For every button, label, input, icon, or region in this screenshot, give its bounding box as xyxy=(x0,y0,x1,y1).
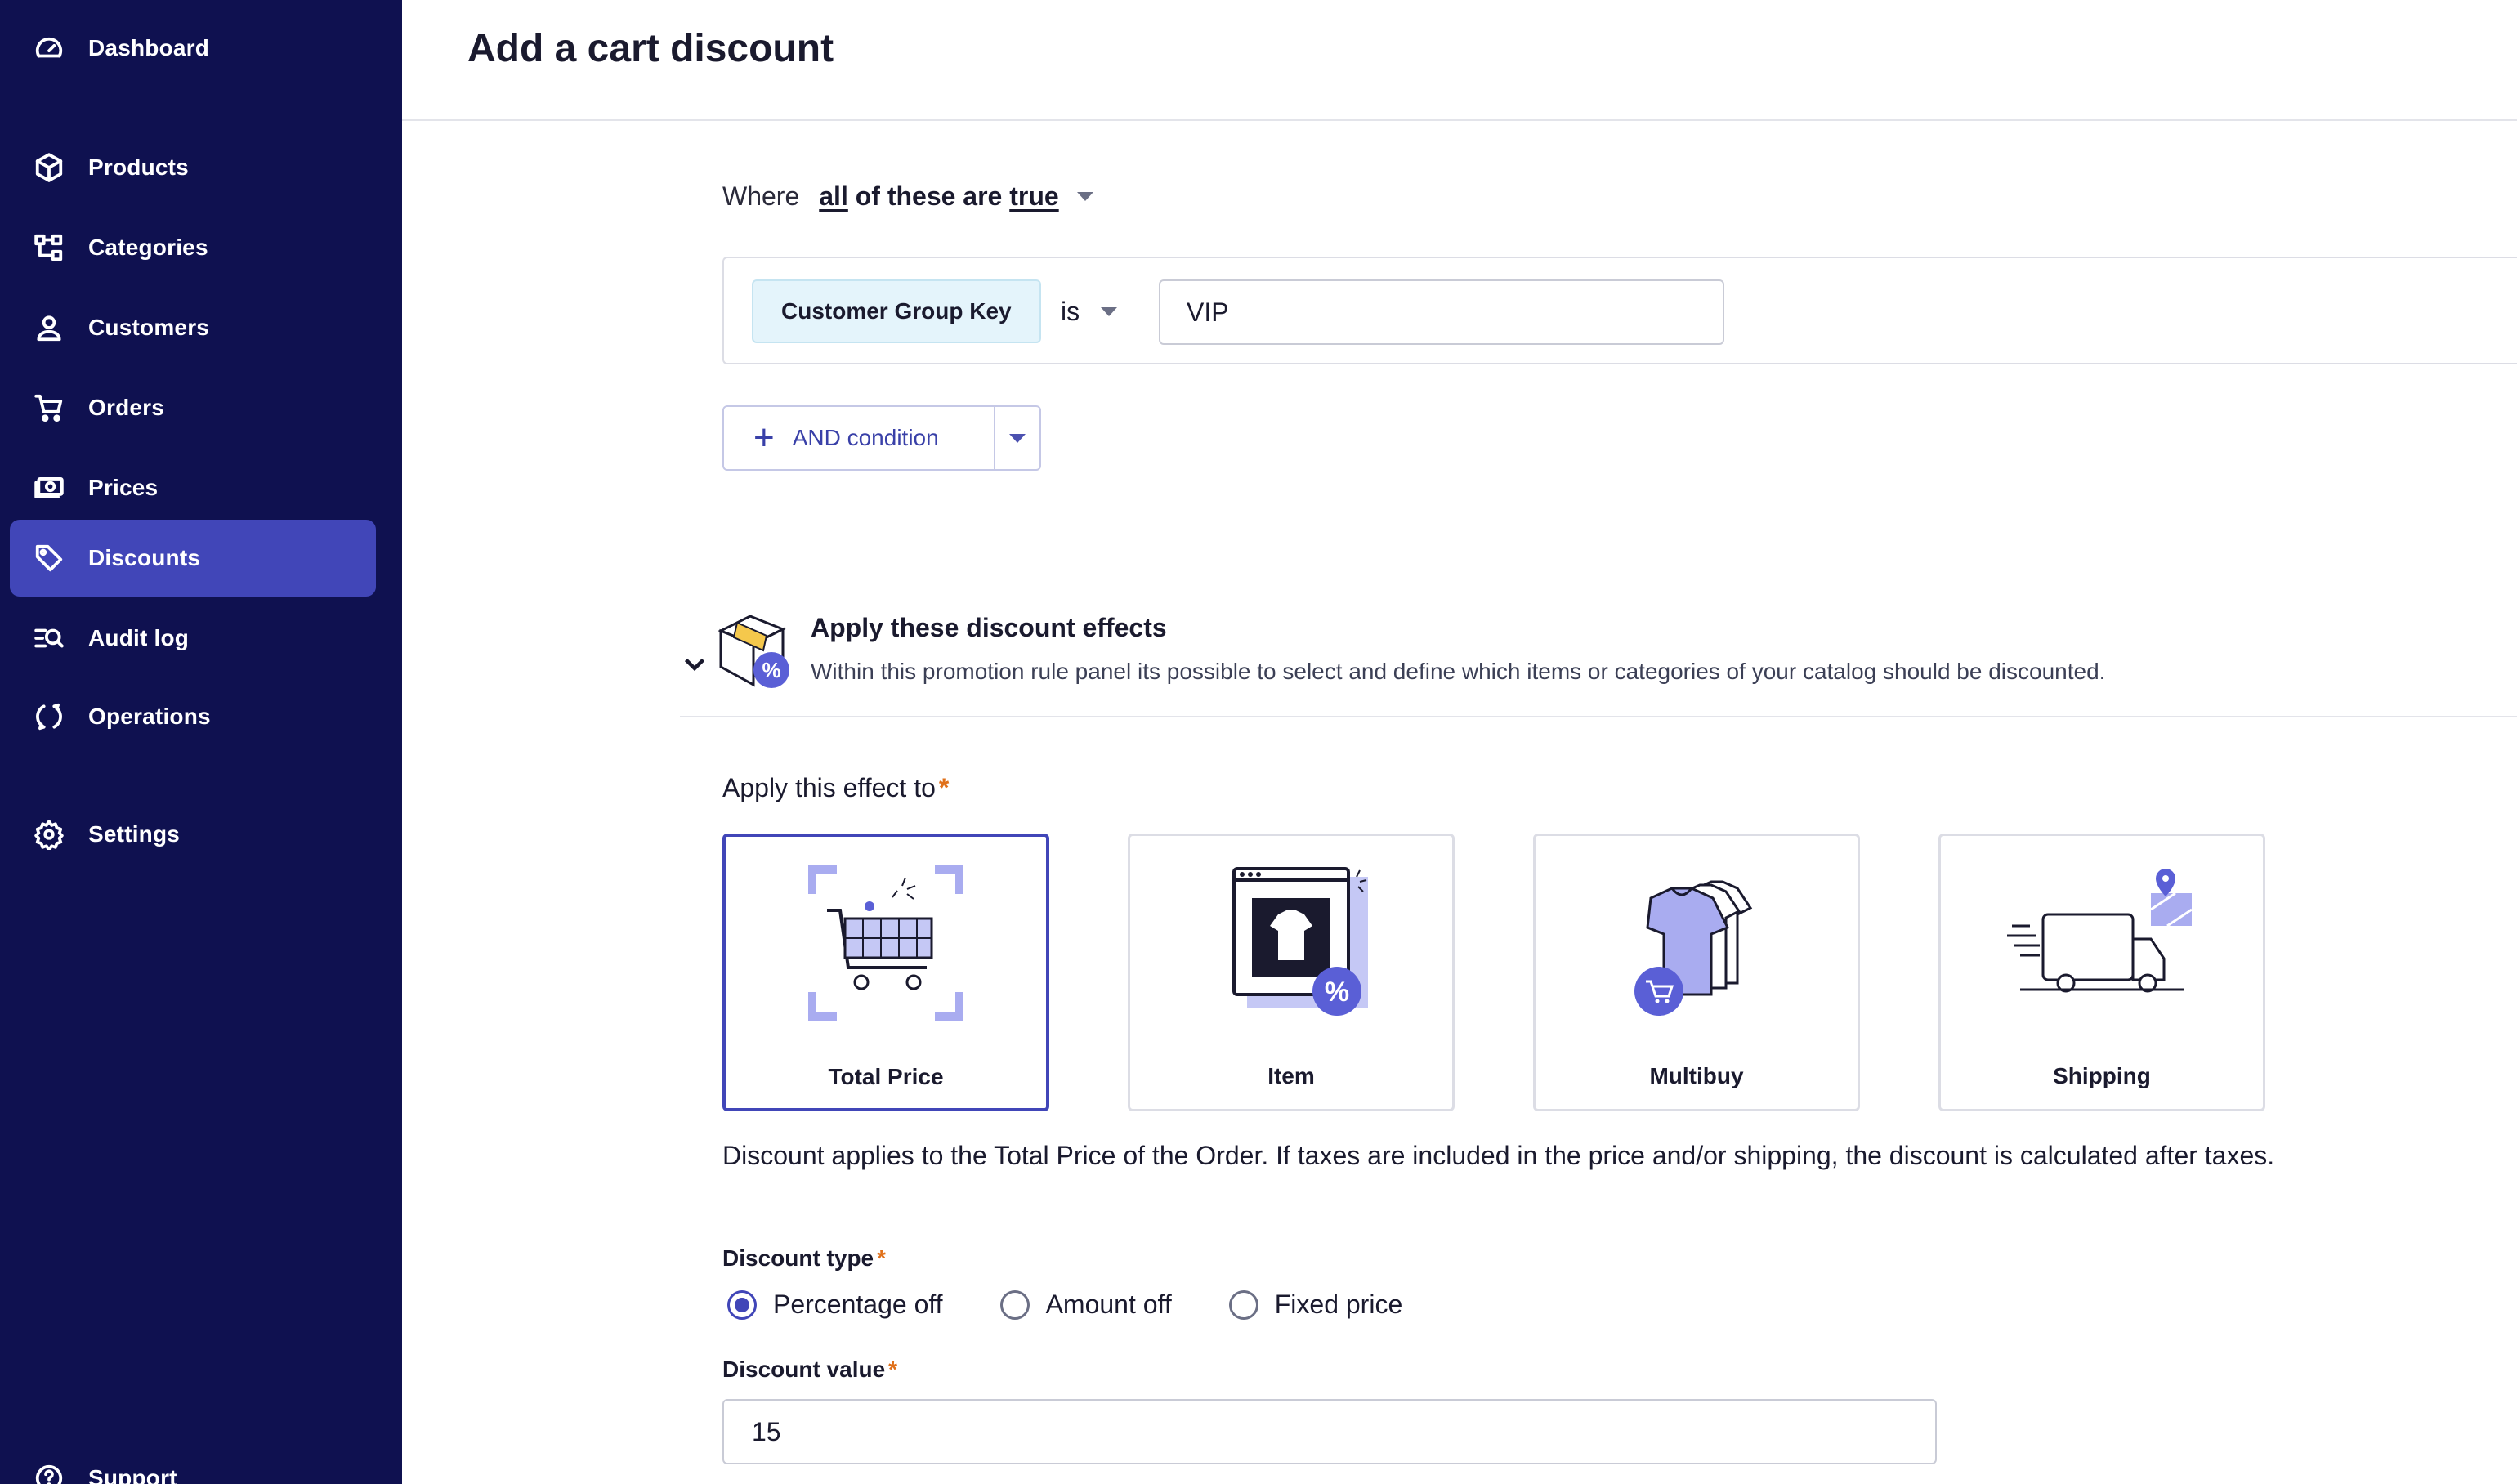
gauge-icon xyxy=(33,32,65,65)
discount-type-label: Discount type * xyxy=(722,1245,887,1271)
cart-illustration-icon xyxy=(726,861,1046,1041)
sidebar-item-label: Settings xyxy=(88,821,181,847)
gear-icon xyxy=(33,818,65,851)
svg-text:%: % xyxy=(1325,977,1349,1008)
sidebar-item-label: Products xyxy=(88,154,189,180)
radio-amount-off[interactable]: Amount off xyxy=(999,1290,1172,1320)
condition-operator-select[interactable]: is xyxy=(1061,279,1118,343)
effect-card-shipping[interactable]: Shipping xyxy=(1938,834,2265,1111)
sidebar-item-products[interactable]: Products xyxy=(10,129,376,206)
discount-type-radio-group: Percentage off Amount off Fixed price xyxy=(727,1290,1460,1320)
chevron-down-icon[interactable] xyxy=(1076,192,1093,201)
plus-icon: + xyxy=(753,418,775,458)
tag-icon xyxy=(33,542,65,574)
search-list-icon xyxy=(33,622,65,655)
effect-card-label: Multibuy xyxy=(1649,1063,1744,1088)
apply-effect-label: Apply this effect to * xyxy=(722,773,950,802)
effect-card-label: Item xyxy=(1267,1063,1315,1088)
discount-box-icon: % xyxy=(713,610,794,695)
cart-icon xyxy=(33,391,65,424)
effect-card-label: Shipping xyxy=(2053,1063,2151,1088)
sidebar-item-label: Categories xyxy=(88,235,208,260)
sidebar-item-support[interactable]: Support xyxy=(10,1440,376,1484)
effect-card-label: Total Price xyxy=(828,1064,944,1089)
shirt-illustration-icon: % xyxy=(1130,860,1452,1040)
sidebar-item-label: Customers xyxy=(88,315,210,340)
page-header: Add a cart discount xyxy=(402,0,2517,121)
effects-description: Within this promotion rule panel its pos… xyxy=(811,659,2106,684)
sidebar-item-discounts[interactable]: Discounts xyxy=(10,520,376,597)
sidebar-item-label: Orders xyxy=(88,395,165,420)
user-icon xyxy=(33,311,65,344)
and-condition-split-button: + AND condition xyxy=(722,405,1041,471)
radio-empty-icon[interactable] xyxy=(999,1290,1030,1320)
condition-logic-selector[interactable]: Where all of these are true xyxy=(722,181,1093,212)
sidebar-item-prices[interactable]: Prices xyxy=(10,449,376,526)
svg-text:%: % xyxy=(762,658,780,682)
cube-icon xyxy=(33,151,65,184)
sidebar-item-dashboard[interactable]: Dashboard xyxy=(10,10,376,87)
condition-field-chip[interactable]: Customer Group Key xyxy=(752,279,1041,343)
radio-empty-icon[interactable] xyxy=(1228,1290,1258,1320)
and-condition-dropdown[interactable] xyxy=(995,407,1039,469)
condition-value-input[interactable]: VIP xyxy=(1159,279,1724,345)
page-title: Add a cart discount xyxy=(467,27,834,70)
where-prefix: Where xyxy=(722,181,800,211)
sync-icon xyxy=(33,700,65,733)
sidebar-item-label: Operations xyxy=(88,704,211,729)
sidebar-item-settings[interactable]: Settings xyxy=(10,796,376,873)
effects-title: Apply these discount effects xyxy=(811,613,1167,642)
discount-value-input[interactable]: 15 xyxy=(722,1399,1937,1464)
sidebar-item-label: Support xyxy=(88,1465,177,1484)
collapse-chevron-icon[interactable] xyxy=(680,649,709,678)
sidebar-item-label: Dashboard xyxy=(88,35,210,60)
sidebar-item-audit-log[interactable]: Audit log xyxy=(10,600,376,677)
hierarchy-icon xyxy=(33,231,65,264)
chevron-down-icon xyxy=(1009,433,1026,443)
and-condition-button[interactable]: + AND condition xyxy=(724,407,995,469)
effects-section-header: % Apply these discount effects Within th… xyxy=(680,610,2517,717)
condition-row: Customer Group Key is VIP xyxy=(722,257,2517,364)
discount-value-label: Discount value * xyxy=(722,1357,898,1382)
sidebar-item-operations[interactable]: Operations xyxy=(10,678,376,755)
radio-selected-icon[interactable] xyxy=(727,1290,757,1320)
radio-fixed-price[interactable]: Fixed price xyxy=(1228,1290,1402,1320)
sidebar-item-categories[interactable]: Categories xyxy=(10,209,376,286)
effect-card-total-price[interactable]: Total Price xyxy=(722,834,1049,1111)
main-content: Where all of these are true Customer Gro… xyxy=(402,123,2517,1484)
sidebar-item-orders[interactable]: Orders xyxy=(10,369,376,446)
money-icon xyxy=(33,472,65,504)
sidebar: Dashboard Products Categories Customers … xyxy=(0,0,402,1484)
radio-percentage-off[interactable]: Percentage off xyxy=(727,1290,943,1320)
sidebar-item-label: Prices xyxy=(88,475,159,500)
where-logic-text[interactable]: all of these are true xyxy=(819,181,1058,212)
chevron-down-icon xyxy=(1101,306,1118,316)
effect-card-multibuy[interactable]: Multibuy xyxy=(1533,834,1860,1111)
sidebar-item-label: Discounts xyxy=(88,545,201,570)
sidebar-item-label: Audit log xyxy=(88,625,190,650)
effect-description: Discount applies to the Total Price of t… xyxy=(722,1141,2275,1170)
multibuy-illustration-icon xyxy=(1536,860,1858,1040)
truck-illustration-icon xyxy=(1941,860,2263,1040)
effect-card-item[interactable]: % Item xyxy=(1128,834,1455,1111)
sidebar-item-customers[interactable]: Customers xyxy=(10,289,376,366)
help-icon xyxy=(33,1462,65,1484)
